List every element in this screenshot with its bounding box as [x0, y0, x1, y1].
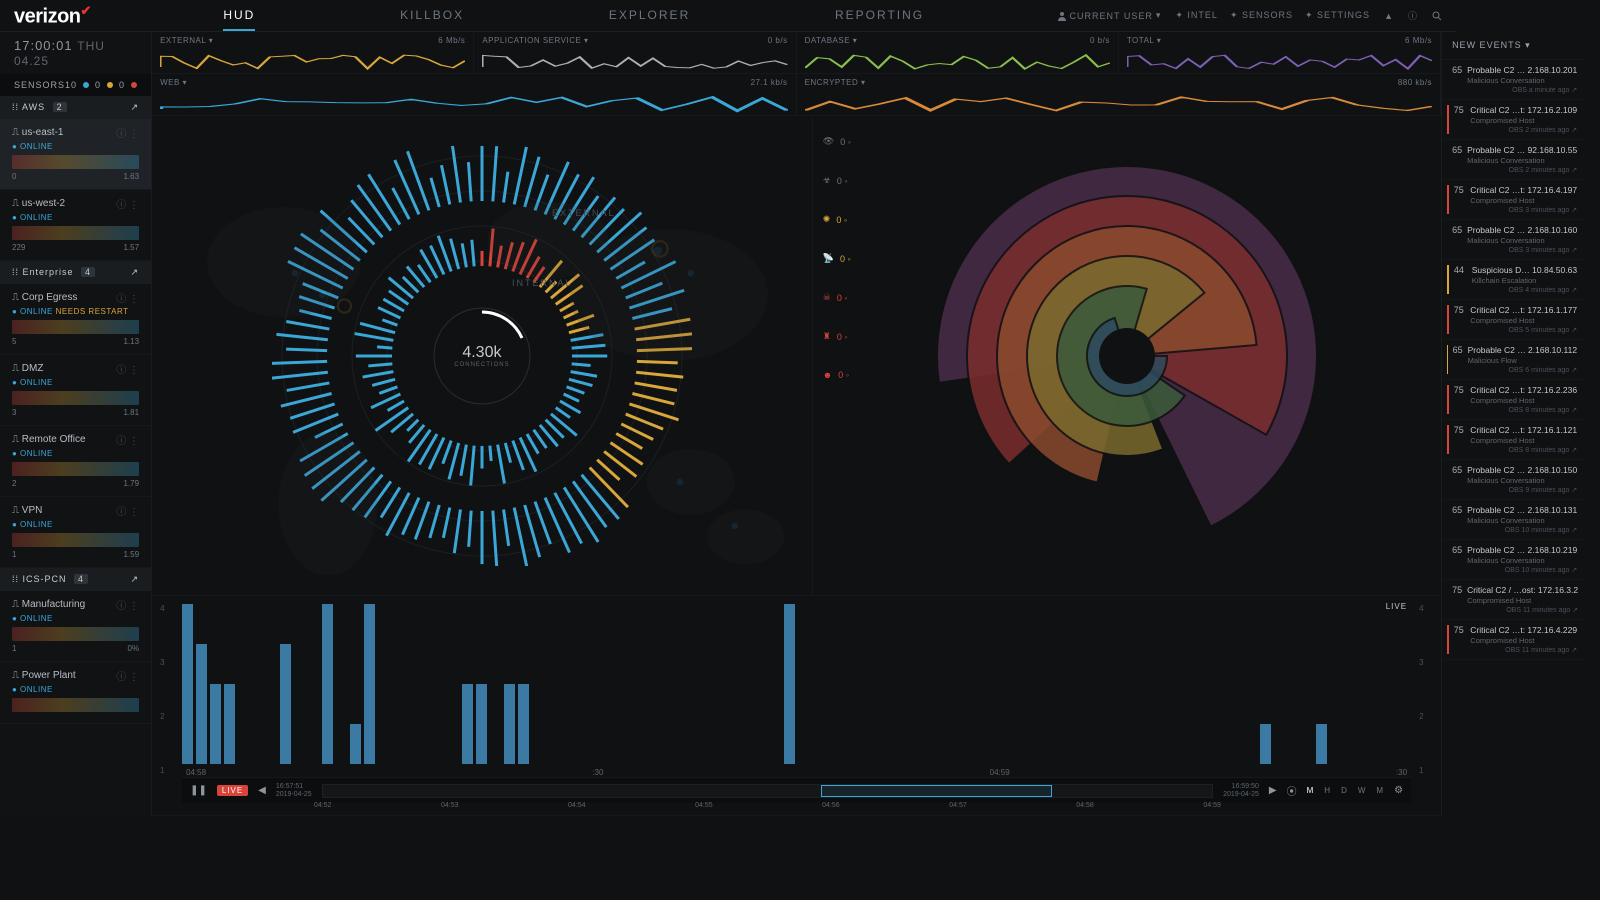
- mask-icon: ☻: [823, 370, 832, 380]
- sparkline-external[interactable]: EXTERNAL ▾6 Mb/s: [152, 32, 474, 74]
- timeline-bar: [504, 684, 515, 764]
- zoom-mode-M[interactable]: M: [1307, 786, 1315, 795]
- pause-button[interactable]: ❚❚: [190, 785, 207, 796]
- current-user-menu[interactable]: CURRENT USER ▾: [1057, 10, 1162, 21]
- sparkline-encrypted[interactable]: ENCRYPTED ▾880 kb/s: [797, 74, 1442, 116]
- tab-reporting[interactable]: REPORTING: [835, 1, 924, 31]
- sensor-card[interactable]: ⎍ DMZ ⓘ ⋮● ONLINE31.81: [0, 355, 151, 426]
- sparkline-total[interactable]: TOTAL ▾6 Mb/s: [1119, 32, 1441, 74]
- step-fwd-button[interactable]: ▶: [1269, 785, 1277, 796]
- threat-metric-bug[interactable]: ☣0 ◦: [823, 175, 851, 186]
- zoom-mode-D[interactable]: D: [1341, 786, 1348, 795]
- brand-logo: verizon✔: [14, 3, 91, 29]
- nav-intel[interactable]: ✦ INTEL: [1175, 10, 1218, 21]
- timeline-bar: [322, 604, 333, 764]
- sensor-card[interactable]: ⎍ Power Plant ⓘ ⋮● ONLINE: [0, 662, 151, 724]
- event-row[interactable]: 65Probable C2 … 92.168.10.55Malicious Co…: [1442, 140, 1585, 180]
- timeline-bar: [196, 644, 207, 764]
- timeline-bar: [476, 684, 487, 764]
- event-row[interactable]: 65Probable C2 … 2.168.10.150Malicious Co…: [1442, 460, 1585, 500]
- threat-metric-antenna[interactable]: 📡0 ◦: [823, 253, 851, 264]
- tab-explorer[interactable]: EXPLORER: [609, 1, 690, 31]
- bug-icon: ☣: [823, 175, 831, 186]
- timeline-bar: [280, 644, 291, 764]
- timeline-bar: [364, 604, 375, 764]
- timeline-settings-icon[interactable]: ⚙: [1394, 785, 1403, 796]
- spiral-chart: [937, 166, 1317, 546]
- skull-icon: ☠: [823, 292, 831, 303]
- sensor-card[interactable]: ⎍ Remote Office ⓘ ⋮● ONLINE21.79: [0, 426, 151, 497]
- event-row[interactable]: 75Critical C2 …t: 172.16.1.177Compromise…: [1442, 300, 1585, 340]
- eye-icon: 👁: [823, 136, 834, 147]
- timeline-bar: [1260, 724, 1271, 764]
- threat-metric-eye[interactable]: 👁0 ◦: [823, 136, 851, 147]
- timeline-bar: [784, 604, 795, 764]
- live-pill[interactable]: LIVE: [217, 785, 248, 796]
- threat-metric-fort[interactable]: ♜0 ◦: [823, 331, 851, 342]
- event-row[interactable]: 75Critical C2 …t: 172.16.4.229Compromise…: [1442, 620, 1585, 660]
- clock: 17:00:01 THU 04.25: [0, 32, 151, 74]
- info-icon[interactable]: ⓘ: [1408, 9, 1418, 22]
- main-tabs: HUD KILLBOX EXPLORER REPORTING: [91, 1, 1057, 31]
- step-back-button[interactable]: ◀: [258, 785, 266, 796]
- sparkline-web[interactable]: WEB ▾27.1 kb/s: [152, 74, 797, 116]
- timeline-bar: [462, 684, 473, 764]
- threat-metric-skull[interactable]: ☠0 ◦: [823, 292, 851, 303]
- timeline-bar: [182, 604, 193, 764]
- sensor-card[interactable]: ⎍ us-west-2 ⓘ ⋮● ONLINE2291.57: [0, 190, 151, 261]
- antenna-icon: 📡: [823, 253, 834, 264]
- tab-killbox[interactable]: KILLBOX: [400, 1, 464, 31]
- sensor-card[interactable]: ⎍ Manufacturing ⓘ ⋮● ONLINE10%: [0, 591, 151, 662]
- timeline-bar: [518, 684, 529, 764]
- threat-metric-burst[interactable]: ✺0 ◦: [823, 214, 851, 225]
- timeline-bar: [210, 684, 221, 764]
- sensor-card[interactable]: ⎍ VPN ⓘ ⋮● ONLINE11.59: [0, 497, 151, 568]
- nav-sensors[interactable]: ✦ SENSORS: [1230, 10, 1293, 21]
- spiral-threat-panel[interactable]: 👁0 ◦ ☣0 ◦ ✺0 ◦ 📡0 ◦ ☠0 ◦ ♜0 ◦ ☻0 ◦: [813, 116, 1441, 595]
- timeline-bar: [1316, 724, 1327, 764]
- zoom-mode-W[interactable]: W: [1358, 786, 1367, 795]
- fort-icon: ♜: [823, 331, 831, 342]
- event-row[interactable]: 75Critical C2 …t: 172.16.1.121Compromise…: [1442, 420, 1585, 460]
- radial-connections-panel[interactable]: EXTERNALINTERNAL 4.30k CONNECTIONS: [152, 116, 813, 595]
- search-icon[interactable]: [1432, 11, 1442, 21]
- event-row[interactable]: 75Critical C2 …t: 172.16.4.197Compromise…: [1442, 180, 1585, 220]
- timeline-bar: [350, 724, 361, 764]
- scrub-range[interactable]: [821, 785, 1052, 797]
- tab-hud[interactable]: HUD: [223, 1, 255, 31]
- event-row[interactable]: 44Suspicious D… 10.84.50.63Killchain Esc…: [1442, 260, 1585, 300]
- sparkline-database[interactable]: DATABASE ▾0 b/s: [797, 32, 1119, 74]
- timeline-bar: [224, 684, 235, 764]
- event-row[interactable]: 65Probable C2 … 2.168.10.219Malicious Co…: [1442, 540, 1585, 580]
- event-row[interactable]: 65Probable C2 … 2.168.10.131Malicious Co…: [1442, 500, 1585, 540]
- event-row[interactable]: 65Probable C2 … 2.168.10.201Malicious Co…: [1442, 60, 1585, 100]
- event-row[interactable]: 75Critical C2 …t: 172.16.2.109Compromise…: [1442, 100, 1585, 140]
- zoom-mode-H[interactable]: H: [1324, 786, 1331, 795]
- event-row[interactable]: 65Probable C2 … 2.168.10.160Malicious Co…: [1442, 220, 1585, 260]
- radial-center-metric: 4.30k CONNECTIONS: [454, 344, 509, 368]
- event-row[interactable]: 65Probable C2 … 2.168.10.112Malicious Fl…: [1442, 340, 1585, 380]
- sensor-group-ics-pcn[interactable]: ⁞⁞ ICS-PCN 4↗: [0, 568, 151, 591]
- burst-icon: ✺: [823, 214, 831, 225]
- zoom-mode-M[interactable]: M: [1376, 786, 1384, 795]
- jump-now-button[interactable]: ⦿: [1287, 783, 1297, 798]
- sensor-card[interactable]: ⎍ Corp Egress ⓘ ⋮● ONLINE NEEDS RESTART5…: [0, 284, 151, 355]
- sparkline-application-service[interactable]: APPLICATION SERVICE ▾0 b/s: [474, 32, 796, 74]
- timeline-panel[interactable]: 4321 4321 LIVE 04:58:3004:59:30 ❚❚ LIVE …: [152, 596, 1441, 816]
- event-row[interactable]: 75Critical C2 / …ost: 172.16.3.2Compromi…: [1442, 580, 1585, 620]
- nav-settings[interactable]: ✦ SETTINGS: [1305, 10, 1370, 21]
- threat-metric-mask[interactable]: ☻0 ◦: [823, 370, 851, 380]
- sensor-card[interactable]: ⎍ us-east-1 ⓘ ⋮● ONLINE01.63: [0, 119, 151, 190]
- help-icon[interactable]: ▲: [1384, 11, 1394, 21]
- scrub-track[interactable]: 04:5204:5304:5404:5504:5604:5704:5804:59: [322, 784, 1213, 798]
- event-row[interactable]: 75Critical C2 …t: 172.16.2.236Compromise…: [1442, 380, 1585, 420]
- sensor-group-aws[interactable]: ⁞⁞ AWS 2↗: [0, 96, 151, 119]
- sensors-header: SENSORS 10 0 0: [0, 74, 151, 96]
- events-header[interactable]: NEW EVENTS ▾: [1442, 32, 1585, 60]
- sensor-group-enterprise[interactable]: ⁞⁞ Enterprise 4↗: [0, 261, 151, 284]
